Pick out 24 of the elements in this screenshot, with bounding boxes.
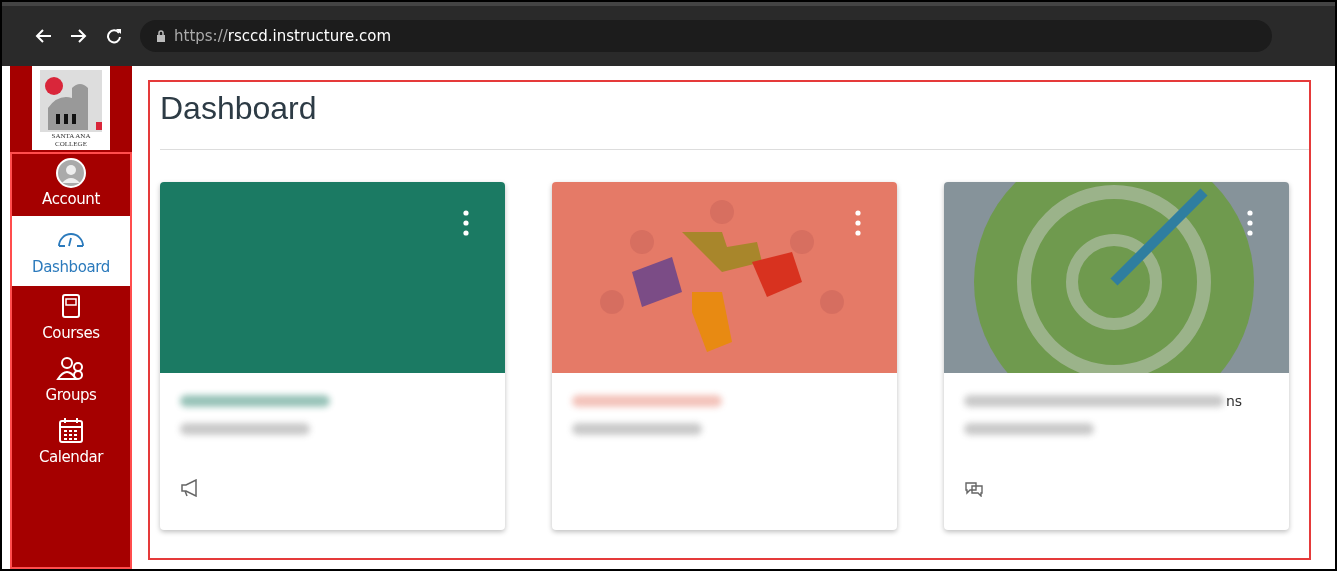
- calendar-icon: [56, 416, 86, 446]
- nav-item[interactable]: Groups: [12, 348, 130, 410]
- course-card[interactable]: [160, 182, 505, 530]
- url-text: https://rsccd.instructure.com: [174, 27, 392, 45]
- more-options-icon[interactable]: [1247, 210, 1253, 236]
- forward-icon[interactable]: [70, 28, 88, 44]
- course-card[interactable]: ns: [944, 182, 1289, 530]
- course-card[interactable]: [552, 182, 897, 530]
- avatar-icon: [56, 158, 86, 188]
- nav-item[interactable]: Calendar: [12, 410, 130, 472]
- chat-bubbles-icon[interactable]: [964, 479, 984, 497]
- address-bar[interactable]: https://rsccd.instructure.com: [140, 20, 1272, 52]
- building-drawing: [40, 70, 102, 132]
- reload-icon[interactable]: [106, 28, 122, 44]
- back-icon[interactable]: [34, 28, 52, 44]
- nav-item[interactable]: Account: [12, 154, 130, 216]
- page-title: Dashboard: [160, 90, 318, 127]
- nav-item[interactable]: Dashboard: [12, 216, 130, 286]
- more-options-icon[interactable]: [855, 210, 861, 236]
- course-title-fragment: ns: [1226, 393, 1243, 409]
- more-options-icon[interactable]: [463, 210, 469, 236]
- lock-icon: [156, 30, 166, 42]
- megaphone-icon[interactable]: [180, 479, 200, 497]
- nav-item[interactable]: Courses: [12, 286, 130, 348]
